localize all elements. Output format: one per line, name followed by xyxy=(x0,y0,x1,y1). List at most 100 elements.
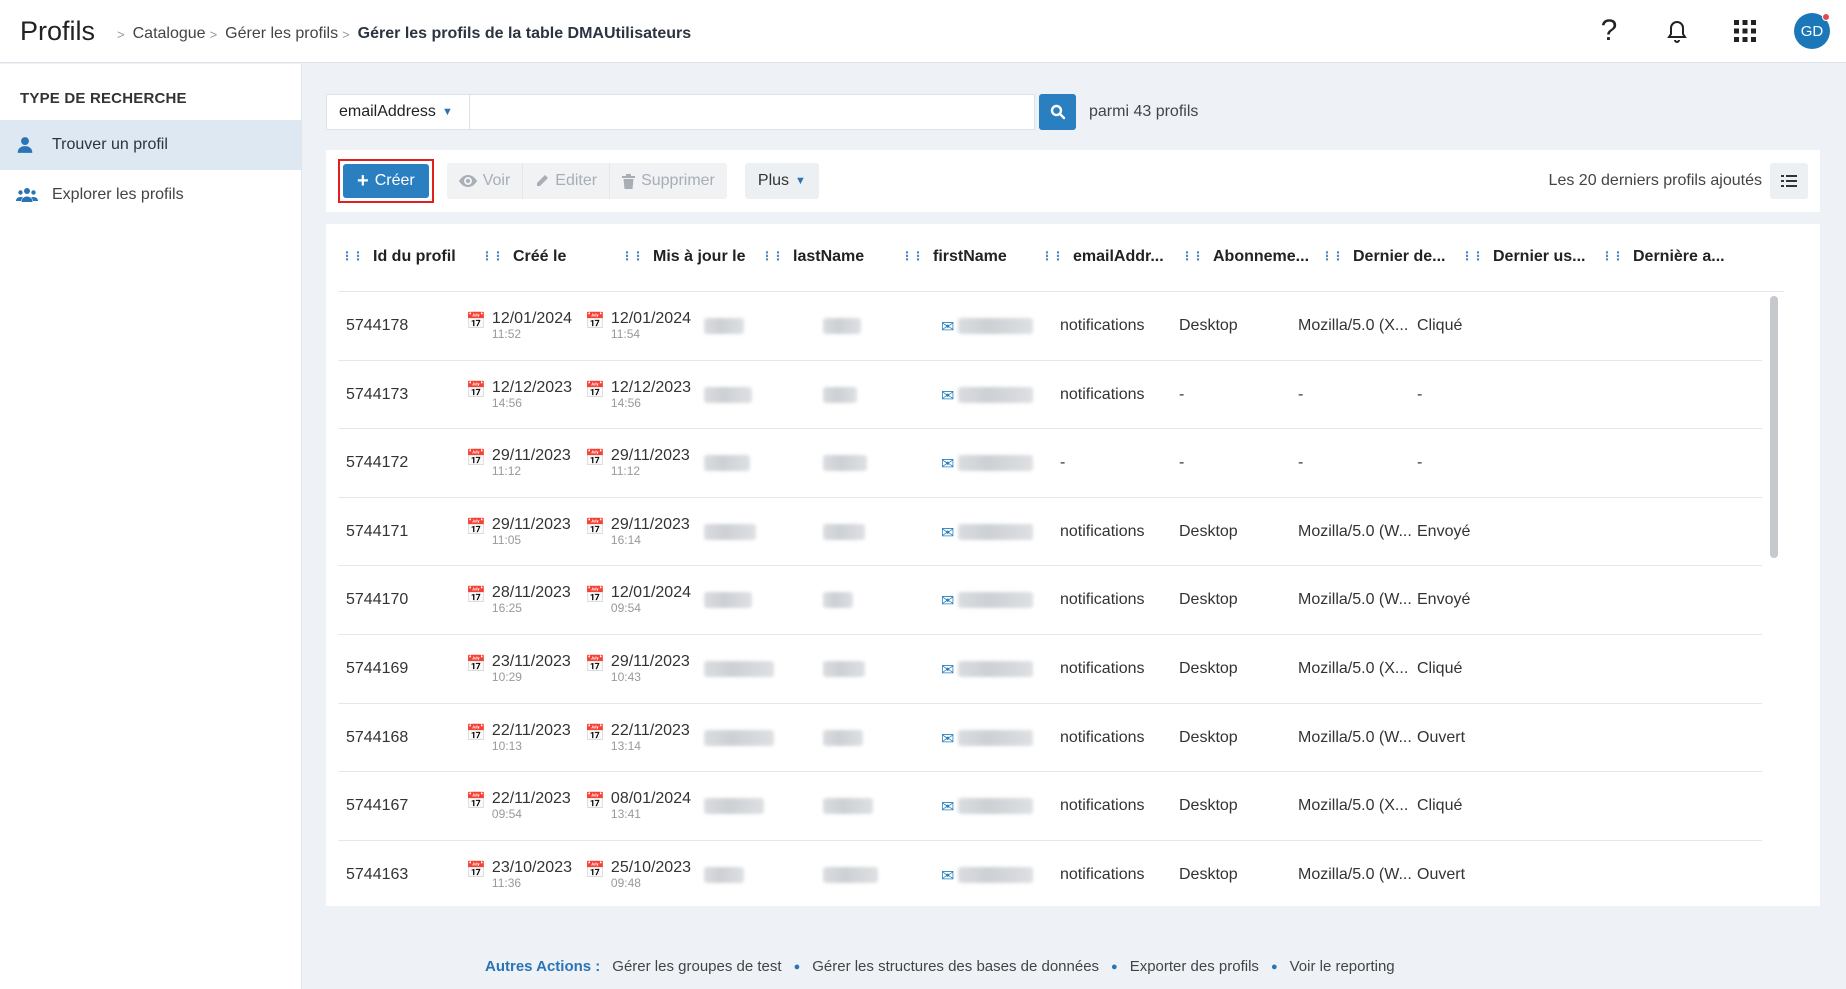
link-view-reporting[interactable]: Voir le reporting xyxy=(1290,958,1395,975)
drag-handle-icon[interactable]: ⋮⋮ xyxy=(1181,250,1204,262)
column-header-firstname[interactable]: ⋮⋮ firstName xyxy=(901,248,1007,266)
cell-action: Cliqué xyxy=(1417,659,1463,677)
column-label: Créé le xyxy=(513,248,567,265)
calendar-icon: 📅 xyxy=(585,724,605,742)
column-header-last-action[interactable]: ⋮⋮ Dernière a... xyxy=(1601,248,1725,266)
time-value: 16:25 xyxy=(491,601,522,616)
search-field-select[interactable]: emailAddress ▼ xyxy=(326,94,470,130)
cell-updated: 📅 29/11/2023 10:43 xyxy=(585,653,690,683)
column-label: Id du profil xyxy=(373,248,456,265)
delete-button[interactable]: Supprimer xyxy=(610,163,727,199)
table-row[interactable]: 5744168 📅 22/11/2023 10:13 📅 22/11/2023 13:1… xyxy=(338,704,1762,773)
cell-action: - xyxy=(1417,454,1423,472)
column-header-lastname[interactable]: ⋮⋮ lastName xyxy=(761,248,864,266)
time-value: 14:56 xyxy=(610,395,641,410)
column-header-last-device[interactable]: ⋮⋮ Dernier de... xyxy=(1321,248,1445,266)
column-header-last-useragent[interactable]: ⋮⋮ Dernier us... xyxy=(1461,248,1585,266)
cell-device: Desktop xyxy=(1179,728,1238,746)
column-header-updated[interactable]: ⋮⋮ Mis à jour le xyxy=(621,248,745,266)
column-settings-button[interactable] xyxy=(1770,163,1808,199)
edit-button[interactable]: Editer xyxy=(523,163,611,199)
table-row[interactable]: 5744178 📅 12/01/2024 11:52 📅 12/01/2024 11:5… xyxy=(338,292,1762,361)
drag-handle-icon[interactable]: ⋮⋮ xyxy=(481,250,504,262)
calendar-icon: 📅 xyxy=(466,518,486,536)
drag-handle-icon[interactable]: ⋮⋮ xyxy=(761,250,784,262)
bullet-icon: ● xyxy=(793,960,801,973)
column-header-created[interactable]: ⋮⋮ Créé le xyxy=(481,248,566,266)
drag-handle-icon[interactable]: ⋮⋮ xyxy=(1601,250,1624,262)
link-manage-db-structures[interactable]: Gérer les structures des bases de donnée… xyxy=(812,958,1099,975)
cell-id: 5744178 xyxy=(346,317,409,334)
apps-grid-icon[interactable] xyxy=(1726,12,1764,50)
drag-handle-icon[interactable]: ⋮⋮ xyxy=(341,250,364,262)
redacted-email xyxy=(958,386,1033,403)
date-value: 29/11/2023 xyxy=(610,652,690,670)
cell-device: Desktop xyxy=(1179,659,1238,677)
cell-id: 5744173 xyxy=(346,385,409,403)
sidebar-item-explore-profiles[interactable]: Explorer les profils xyxy=(0,170,301,220)
drag-handle-icon[interactable]: ⋮⋮ xyxy=(1321,250,1344,262)
drag-handle-icon[interactable]: ⋮⋮ xyxy=(901,250,924,262)
cell-useragent: Mozilla/5.0 (W... xyxy=(1298,591,1412,609)
link-export-profiles[interactable]: Exporter des profils xyxy=(1130,958,1259,975)
redacted-firstname xyxy=(823,592,853,609)
calendar-icon: 📅 xyxy=(585,450,605,468)
column-header-id[interactable]: ⋮⋮ Id du profil xyxy=(341,248,456,266)
search-input[interactable] xyxy=(470,94,1035,130)
time-value: 10:43 xyxy=(610,669,641,684)
cell-action: Envoyé xyxy=(1417,591,1471,609)
user-icon xyxy=(16,136,52,154)
search-button[interactable] xyxy=(1039,94,1076,130)
drag-handle-icon[interactable]: ⋮⋮ xyxy=(621,250,644,262)
create-label: Créer xyxy=(374,172,415,189)
delete-label: Supprimer xyxy=(641,172,715,189)
bell-icon[interactable] xyxy=(1658,12,1696,50)
drag-handle-icon[interactable]: ⋮⋮ xyxy=(1461,250,1484,262)
calendar-icon: 📅 xyxy=(466,793,486,811)
cell-device: Desktop xyxy=(1179,865,1238,883)
create-button[interactable]: + Créer xyxy=(343,164,429,198)
cell-device: Desktop xyxy=(1179,317,1238,334)
breadcrumb-manage-profiles[interactable]: Gérer les profils xyxy=(225,25,338,43)
table-row[interactable]: 5744169 📅 23/11/2023 10:29 📅 29/11/2023 10:4… xyxy=(338,635,1762,704)
date-value: 22/11/2023 xyxy=(491,721,571,739)
table-scrollbar[interactable] xyxy=(1770,296,1778,558)
table-row[interactable]: 5744163 📅 23/10/2023 11:36 📅 25/10/2023 09:4… xyxy=(338,841,1762,906)
cell-created: 📅 29/11/2023 11:05 xyxy=(466,516,571,546)
help-icon[interactable]: ? xyxy=(1590,12,1628,50)
column-header-email[interactable]: ⋮⋮ emailAddr... xyxy=(1041,248,1164,266)
cell-subscription: notifications xyxy=(1060,522,1145,540)
column-label: Dernière a... xyxy=(1633,248,1725,265)
table-row[interactable]: 5744167 📅 22/11/2023 09:54 📅 08/01/2024 13:4… xyxy=(338,772,1762,841)
pencil-icon xyxy=(537,175,549,186)
time-value: 14:56 xyxy=(491,395,522,410)
cell-device: Desktop xyxy=(1179,522,1238,540)
calendar-icon: 📅 xyxy=(466,587,486,605)
link-manage-test-groups[interactable]: Gérer les groupes de test xyxy=(612,958,781,975)
plus-icon: + xyxy=(357,170,369,192)
envelope-icon: ✉ xyxy=(941,730,955,748)
column-label: Dernier us... xyxy=(1493,248,1586,265)
column-label: Mis à jour le xyxy=(653,248,746,265)
view-button[interactable]: Voir xyxy=(447,163,524,199)
cell-subscription: notifications xyxy=(1060,797,1145,815)
drag-handle-icon[interactable]: ⋮⋮ xyxy=(1041,250,1064,262)
redacted-lastname xyxy=(704,660,774,677)
sidebar-heading: TYPE DE RECHERCHE xyxy=(20,90,187,107)
table-row[interactable]: 5744173 📅 12/12/2023 14:56 📅 12/12/2023 14:5… xyxy=(338,361,1762,430)
redacted-firstname xyxy=(823,660,865,677)
breadcrumb-catalogue[interactable]: Catalogue xyxy=(133,25,206,43)
avatar[interactable]: GD xyxy=(1794,13,1830,49)
table-row[interactable]: 5744170 📅 28/11/2023 16:25 📅 12/01/2024 09:5… xyxy=(338,566,1762,635)
table-row[interactable]: 5744171 📅 29/11/2023 11:05 📅 29/11/2023 16:1… xyxy=(338,498,1762,567)
recent-profiles-label: Les 20 derniers profils ajoutés xyxy=(1548,172,1762,189)
table-row[interactable]: 5744172 📅 29/11/2023 11:12 📅 29/11/2023 11:1… xyxy=(338,429,1762,498)
envelope-icon: ✉ xyxy=(941,799,955,817)
calendar-icon: 📅 xyxy=(585,587,605,605)
sidebar-item-find-profile[interactable]: Trouver un profil xyxy=(0,120,301,170)
more-button[interactable]: Plus ▼ xyxy=(744,163,819,199)
time-value: 13:41 xyxy=(610,807,641,822)
column-header-subscription[interactable]: ⋮⋮ Abonneme... xyxy=(1181,248,1309,266)
cell-created: 📅 23/11/2023 10:29 xyxy=(466,653,571,683)
redacted-firstname xyxy=(823,798,873,815)
